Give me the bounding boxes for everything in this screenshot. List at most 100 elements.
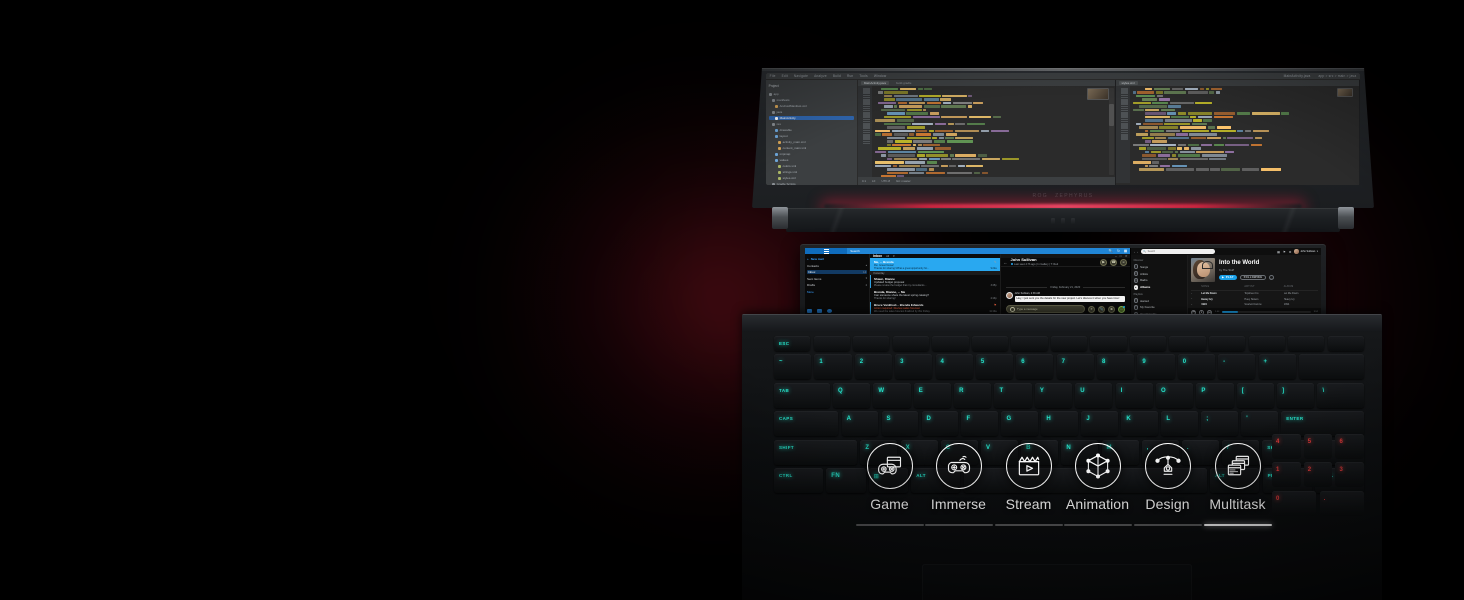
sidebar-item-inbox[interactable]: Inbox 14	[807, 270, 868, 275]
key-blank[interactable]	[1327, 336, 1365, 351]
key-blank[interactable]	[1011, 336, 1048, 351]
mail-list-item[interactable]: Me, ... Brenda Re: Great News! Thanks fo…	[870, 258, 1000, 272]
sidebar-item-drafts[interactable]: Drafts 2	[807, 283, 867, 287]
key-t[interactable]: T	[994, 382, 1032, 408]
more-options-icon[interactable]: ⋯	[1269, 275, 1275, 281]
ide-tree-node[interactable]: Gradle Scripts	[769, 182, 854, 185]
key-blank[interactable]	[1169, 336, 1206, 351]
sticker-icon[interactable]: ☻	[1108, 305, 1116, 313]
ide-project-tree[interactable]: Project app manifests AndroidManifest.xm…	[765, 80, 858, 185]
key-esc[interactable]: ESC	[774, 336, 811, 351]
key-[interactable]: +	[1258, 354, 1296, 380]
mail-list-item[interactable]: Bruce VanBrocl... Brenda Edwards Action …	[870, 301, 1000, 315]
chevron-down-icon[interactable]: ▾	[1317, 250, 1318, 253]
music-playlist-starred[interactable]: ☆ starred	[1133, 298, 1185, 303]
key-p[interactable]: P	[1196, 382, 1234, 408]
key-blank[interactable]	[1129, 336, 1167, 351]
key-blank[interactable]	[1050, 336, 1088, 351]
key-[interactable]: ;	[1201, 411, 1239, 437]
feature-item-game[interactable]: Game	[855, 443, 924, 526]
more-options-icon[interactable]: …	[1118, 305, 1126, 313]
key-2[interactable]: 2	[854, 354, 892, 380]
key-6[interactable]: 6	[1016, 354, 1054, 380]
key-r[interactable]: R	[954, 382, 992, 408]
numpad-key-dot[interactable]: .	[1319, 490, 1364, 516]
key-q[interactable]: Q	[832, 382, 871, 408]
music-toolbar-right[interactable]: ▦ ⚑ ⚙ John Sullivan ▾	[1277, 249, 1318, 254]
ide-tree-node[interactable]: layout	[769, 134, 854, 138]
ide-menu-item[interactable]: Window	[874, 74, 887, 78]
key-d[interactable]: D	[921, 411, 959, 437]
key-l[interactable]: L	[1161, 411, 1199, 437]
attach-image-icon[interactable]: ☀	[1088, 305, 1096, 313]
key-[interactable]: ~	[774, 354, 812, 380]
music-playlist-my-favorite[interactable]: ♡ My Favorite	[1133, 305, 1185, 310]
apps-icon[interactable]: ▦	[1277, 250, 1280, 254]
key-enter[interactable]: ENTER	[1281, 411, 1364, 437]
ide-tab-active[interactable]: MainActivity.java	[860, 81, 889, 85]
back-icon[interactable]: ‹	[1134, 250, 1135, 254]
key-blank[interactable]	[1298, 354, 1364, 380]
key-ctrl[interactable]: CTRL	[774, 467, 824, 493]
feature-item-multitask[interactable]: Multitask	[1203, 443, 1272, 526]
key-blank[interactable]	[932, 336, 969, 351]
key-w[interactable]: W	[873, 382, 911, 408]
key-a[interactable]: A	[841, 411, 879, 437]
key-j[interactable]: J	[1081, 411, 1119, 437]
key-caps[interactable]: CAPS	[774, 411, 839, 437]
search-icon[interactable]: 🔍	[1109, 249, 1113, 253]
ide-editor-pane-right[interactable]: styles.xml	[1115, 80, 1361, 185]
key-blank[interactable]	[971, 336, 1009, 351]
ide-menu-item[interactable]: Tools	[859, 74, 867, 78]
music-nav-songs[interactable]: ♪ Songs	[1133, 264, 1185, 269]
key-8[interactable]: 8	[1097, 354, 1135, 380]
edit-icon[interactable]: ✎	[994, 260, 997, 264]
ide-menu-item[interactable]: Build	[833, 74, 841, 78]
phone-call-icon[interactable]: ☎	[1110, 258, 1118, 266]
feature-item-animation[interactable]: Animation	[1063, 443, 1132, 526]
ide-tree-node[interactable]: res	[769, 122, 854, 126]
music-nav-albums[interactable]: ● Albums	[1133, 285, 1185, 290]
key-y[interactable]: Y	[1034, 382, 1073, 408]
key-[interactable]: -	[1218, 354, 1256, 380]
ide-tab-active-right[interactable]: styles.xml	[1118, 81, 1138, 85]
key-o[interactable]: O	[1155, 382, 1194, 408]
settings-icon[interactable]: ⚙	[1289, 250, 1292, 254]
calendar-icon[interactable]	[817, 309, 822, 313]
numpad-key-4[interactable]: 4	[1272, 434, 1301, 459]
ide-tree-node[interactable]: AndroidManifest.xml	[769, 104, 854, 108]
ide-tree-node[interactable]: styles.xml	[769, 176, 854, 180]
key-blank[interactable]	[1209, 336, 1246, 351]
music-nav-artists[interactable]: ♯ Artists	[1133, 271, 1185, 276]
ide-menu-item[interactable]: Edit	[782, 74, 788, 78]
chat-message-scroll[interactable]: Friday, February 21, 2020 John Sullivan,…	[1001, 267, 1131, 316]
chat-action-buttons[interactable]: ▶ ☎ ☺	[1100, 258, 1128, 266]
sidebar-item-sent[interactable]: Sent Items 3	[807, 277, 867, 281]
add-person-icon[interactable]: ☺	[1120, 258, 1128, 266]
people-icon[interactable]	[827, 309, 832, 313]
key-[interactable]: [	[1236, 382, 1274, 408]
music-nav-arrows[interactable]: ‹ ›	[1134, 250, 1138, 254]
key-[interactable]: \	[1317, 382, 1364, 408]
key-blank[interactable]	[1288, 336, 1325, 351]
key-[interactable]: '	[1241, 411, 1279, 437]
numeric-keypad[interactable]: 4 5 6 1 2 3 0.	[1272, 434, 1365, 600]
playback-progress-bar[interactable]	[1222, 311, 1311, 313]
key-h[interactable]: H	[1041, 411, 1079, 437]
ide-tree-node[interactable]: activity_main.xml	[769, 140, 854, 144]
ide-tree-node[interactable]: drawable	[769, 128, 854, 132]
numpad-key-0[interactable]: 0	[1272, 490, 1317, 516]
ide-editor-pane-left[interactable]: MainActivity.java build.gradle 4:1 LF UT…	[857, 80, 1116, 185]
ide-menu-item[interactable]: File	[770, 74, 776, 78]
key-s[interactable]: S	[881, 411, 919, 437]
ide-tree-node[interactable]: mipmap	[769, 152, 854, 156]
key-[interactable]: ]	[1277, 382, 1315, 408]
key-e[interactable]: E	[913, 382, 951, 408]
feature-item-design[interactable]: Design	[1133, 443, 1202, 526]
key-g[interactable]: G	[1001, 411, 1039, 437]
chat-composer[interactable]: Type a message ☀ 📎 ☻ …	[1005, 305, 1126, 313]
ide-scrollbar[interactable]	[1108, 88, 1114, 175]
music-search-input[interactable]: 🔍 Search	[1141, 249, 1215, 254]
key-tab[interactable]: TAB	[774, 382, 830, 408]
sidebar-item-more[interactable]: More	[807, 290, 867, 294]
